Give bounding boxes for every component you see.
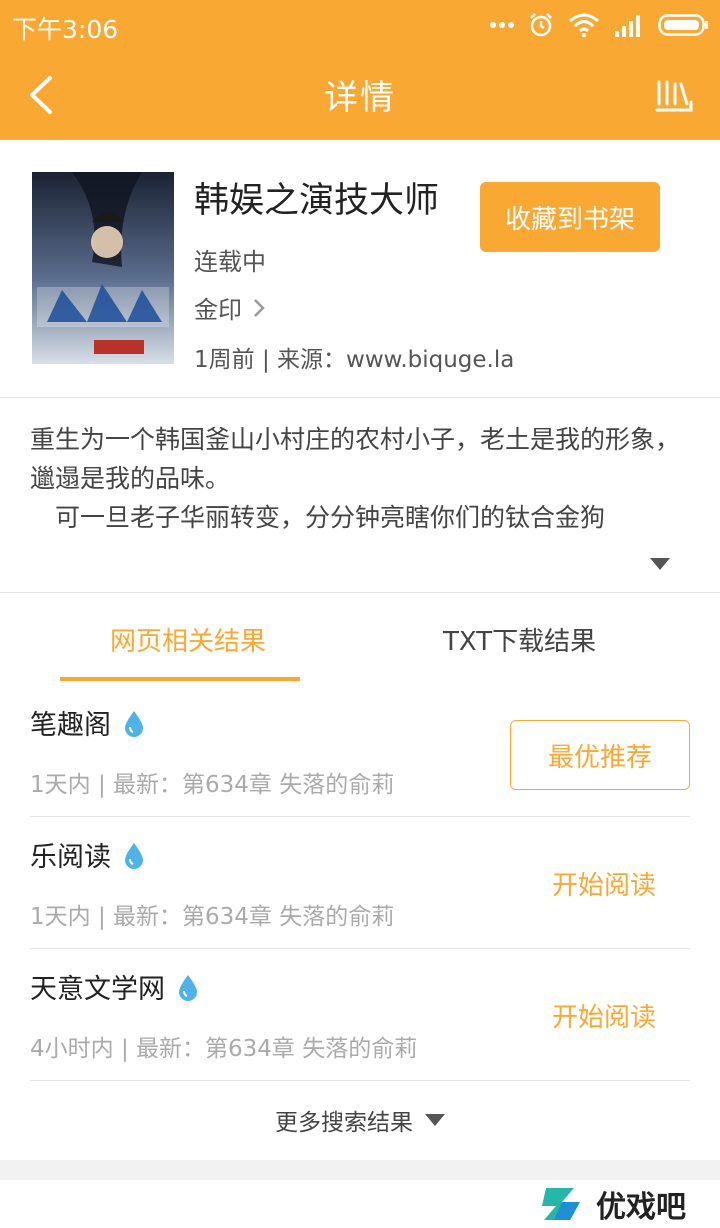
page-title: 详情 (324, 78, 396, 118)
source-row[interactable]: 天意文学网 4小时内 | 最新：第634章 失落的俞莉 开始阅读 (30, 949, 690, 1081)
more-results-label: 更多搜索结果 (275, 1110, 413, 1136)
nav-bar: 详情 (0, 50, 720, 140)
best-recommend-button[interactable]: 最优推荐 (510, 720, 690, 790)
source-row[interactable]: 乐阅读 1天内 | 最新：第634章 失落的俞莉 开始阅读 (30, 817, 690, 949)
book-cover-image (32, 172, 174, 364)
drop-icon (125, 710, 143, 737)
expand-down-icon[interactable] (650, 558, 670, 570)
watermark: 优戏吧 (540, 1180, 720, 1228)
more-results-button[interactable]: 更多搜索结果 (0, 1090, 720, 1150)
active-tab-indicator (60, 677, 300, 681)
status-time: 下午3:06 (12, 15, 119, 44)
tab-txt-results[interactable]: TXT下载结果 (443, 621, 596, 658)
drop-icon (125, 842, 143, 869)
chevron-right-icon (254, 298, 265, 317)
add-to-shelf-button[interactable]: 收藏到书架 (480, 182, 660, 252)
watermark-logo-icon (542, 1188, 580, 1220)
book-title: 韩娱之演技大师 (194, 181, 440, 221)
status-icons (490, 10, 710, 40)
author-link[interactable]: 金印 (194, 290, 266, 325)
drop-icon (179, 974, 197, 1001)
source-name-wrap: 笔趣阁 (30, 703, 145, 742)
chevron-down-icon (425, 1114, 445, 1126)
synopsis-section: 重生为一个韩国釜山小村庄的农村小子，老土是我的形象，邋遢是我的品味。 可一旦老子… (0, 398, 720, 593)
start-reading-button[interactable]: 开始阅读 (552, 865, 656, 902)
source-name: 乐阅读 (30, 842, 111, 873)
source-latest-chapter: 4小时内 | 最新：第634章 失落的俞莉 (30, 1036, 418, 1062)
book-meta: 1周前 | 来源：www.biquge.la (194, 347, 515, 373)
results-tabs: 网页相关结果 TXT下载结果 (0, 593, 720, 685)
bookshelf-icon (655, 80, 693, 112)
watermark-text: 优戏吧 (596, 1190, 686, 1225)
start-reading-button[interactable]: 开始阅读 (552, 997, 656, 1034)
source-name: 天意文学网 (30, 974, 165, 1005)
signal-icon (615, 15, 640, 37)
source-name-wrap: 天意文学网 (30, 967, 199, 1006)
status-bar: 下午3:06 (0, 0, 720, 50)
wifi-icon (569, 13, 599, 37)
author-name: 金印 (194, 296, 242, 324)
section-divider (0, 1160, 720, 1180)
source-name: 笔趣阁 (30, 710, 111, 741)
synopsis-text: 重生为一个韩国釜山小村庄的农村小子，老土是我的形象，邋遢是我的品味。 可一旦老子… (30, 425, 681, 532)
alarm-icon (530, 13, 552, 37)
source-row[interactable]: 笔趣阁 1天内 | 最新：第634章 失落的俞莉 最优推荐 (30, 685, 690, 817)
tab-web-results[interactable]: 网页相关结果 (110, 621, 266, 658)
source-latest-chapter: 1天内 | 最新：第634章 失落的俞莉 (30, 904, 395, 930)
book-status: 连载中 (194, 248, 266, 276)
battery-icon (658, 14, 708, 36)
source-latest-chapter: 1天内 | 最新：第634章 失落的俞莉 (30, 772, 395, 798)
bookshelf-button[interactable] (654, 76, 694, 116)
source-name-wrap: 乐阅读 (30, 835, 145, 874)
more-dots-icon (490, 22, 514, 28)
book-header: 韩娱之演技大师 连载中 金印 1周前 | 来源：www.biquge.la 收藏… (0, 140, 720, 398)
